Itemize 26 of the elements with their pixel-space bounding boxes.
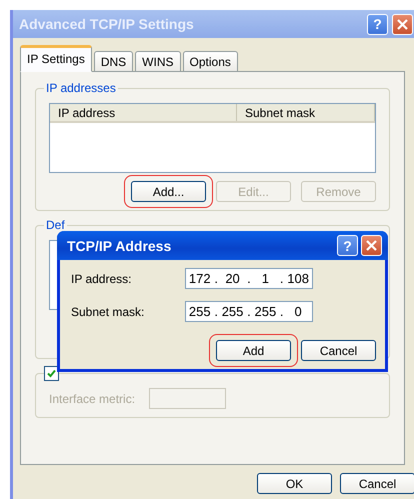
octet-separator: . xyxy=(214,304,218,319)
column-header[interactable]: Subnet mask xyxy=(237,104,375,121)
octet-separator: . xyxy=(247,271,251,286)
dialog-button[interactable]: Cancel xyxy=(340,473,414,494)
dialog-button[interactable]: Cancel xyxy=(301,340,376,361)
octet-separator: . xyxy=(214,271,218,286)
octet-separator: . xyxy=(280,304,284,319)
action-button[interactable]: Add... xyxy=(131,181,206,202)
group-title: Def xyxy=(44,218,67,232)
octet-separator: . xyxy=(247,304,251,319)
window-title: Advanced TCP/IP Settings xyxy=(19,16,195,32)
ip-field[interactable]: 172 . 20 . 1 . 108 xyxy=(185,268,313,289)
dialog-title: TCP/IP Address xyxy=(67,238,172,254)
tab[interactable]: IP Settings xyxy=(20,45,92,72)
field-label: Interface metric: xyxy=(49,392,136,406)
field-label: Subnet mask: xyxy=(71,304,146,318)
tab[interactable]: WINS xyxy=(135,51,181,72)
column-header[interactable]: IP address xyxy=(50,104,237,121)
field-label: IP address: xyxy=(71,272,132,286)
dialog-button[interactable]: OK xyxy=(257,473,332,494)
ip-field[interactable]: 255 . 255 . 255 . 0 xyxy=(185,301,313,322)
dialog-button[interactable]: Add xyxy=(216,340,291,361)
tab[interactable]: DNS xyxy=(94,51,134,72)
tab[interactable]: Options xyxy=(182,51,238,72)
octet-separator: . xyxy=(280,271,284,286)
group-title: IP addresses xyxy=(44,81,118,95)
